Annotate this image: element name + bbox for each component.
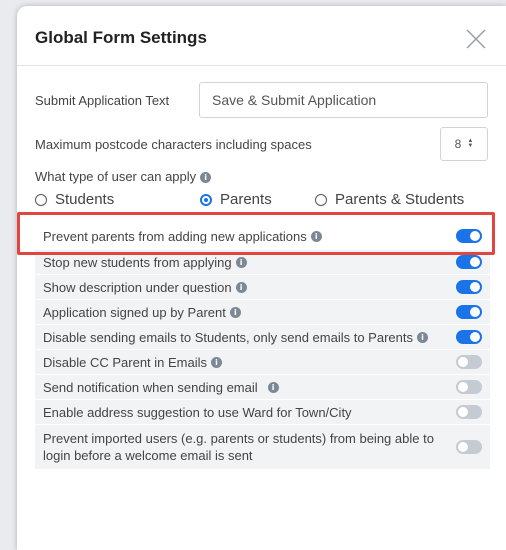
settings-list: Prevent parents from adding new applicat… <box>35 217 490 470</box>
setting-toggle[interactable] <box>456 380 482 394</box>
setting-row: Prevent parents from adding new applicat… <box>35 223 490 250</box>
setting-toggle[interactable] <box>456 255 482 269</box>
radio-label: Parents <box>220 191 272 208</box>
radio-students[interactable]: Students <box>35 191 114 208</box>
setting-row: Application signed up by Parent i <box>35 300 490 325</box>
setting-label: Disable sending emails to Students, only… <box>43 329 413 345</box>
setting-label: Enable address suggestion to use Ward fo… <box>43 404 352 420</box>
setting-row: Disable sending emails to Students, only… <box>35 325 490 350</box>
setting-toggle[interactable] <box>456 440 482 454</box>
radio-circle <box>315 193 327 206</box>
radio-label: Parents & Students <box>335 191 465 208</box>
radio-label: Students <box>55 191 115 208</box>
postcode-value: 8 <box>454 137 462 151</box>
info-icon[interactable]: i <box>211 356 223 368</box>
setting-label: Disable CC Parent in Emails <box>43 354 208 370</box>
info-icon[interactable]: i <box>235 281 247 293</box>
dialog-title: Global Form Settings <box>35 28 207 47</box>
info-icon[interactable]: i <box>200 172 212 184</box>
user-type-label: What type of user can apply i <box>35 169 212 184</box>
radio-circle-checked <box>200 193 212 206</box>
setting-row: Show description under question i <box>35 275 490 300</box>
info-icon[interactable]: i <box>229 306 241 318</box>
user-type-radio-group: Students Parents Parents & Students <box>35 191 495 211</box>
info-icon[interactable]: i <box>235 256 247 268</box>
info-icon[interactable]: i <box>310 230 322 242</box>
radio-circle <box>35 193 47 206</box>
setting-toggle[interactable] <box>456 355 482 369</box>
radio-parents[interactable]: Parents <box>200 191 272 208</box>
setting-row: Stop new students from applying i <box>35 250 490 275</box>
submit-text-input[interactable] <box>199 82 488 118</box>
user-type-label-text: What type of user can apply <box>35 169 197 184</box>
setting-row: Enable address suggestion to use Ward fo… <box>35 400 490 425</box>
postcode-label: Maximum postcode characters including sp… <box>35 137 312 152</box>
stepper-arrows-icon: ▲ ▼ <box>467 138 474 149</box>
radio-parents-and-students[interactable]: Parents & Students <box>315 191 464 208</box>
setting-toggle[interactable] <box>456 330 482 344</box>
setting-toggle[interactable] <box>456 229 482 243</box>
setting-row: Prevent imported users (e.g. parents or … <box>35 425 490 470</box>
info-icon[interactable]: i <box>267 381 279 393</box>
header-divider <box>17 65 506 66</box>
submit-text-label: Submit Application Text <box>35 93 170 108</box>
setting-label: Show description under question <box>43 279 232 295</box>
setting-label: Application signed up by Parent <box>43 304 226 320</box>
global-form-settings-dialog: Global Form Settings Submit Application … <box>17 6 506 550</box>
setting-toggle[interactable] <box>456 280 482 294</box>
setting-label: Stop new students from applying <box>43 254 232 270</box>
setting-row: Send notification when sending email i <box>35 375 490 400</box>
setting-row: Disable CC Parent in Emails i <box>35 350 490 375</box>
setting-label: Send notification when sending email <box>43 379 258 395</box>
close-icon[interactable] <box>464 27 488 51</box>
setting-toggle[interactable] <box>456 305 482 319</box>
setting-toggle[interactable] <box>456 405 482 419</box>
postcode-stepper[interactable]: 8 ▲ ▼ <box>440 127 488 161</box>
setting-label: Prevent imported users (e.g. parents or … <box>43 431 434 463</box>
info-icon[interactable]: i <box>416 331 428 343</box>
setting-label: Prevent parents from adding new applicat… <box>43 228 307 244</box>
